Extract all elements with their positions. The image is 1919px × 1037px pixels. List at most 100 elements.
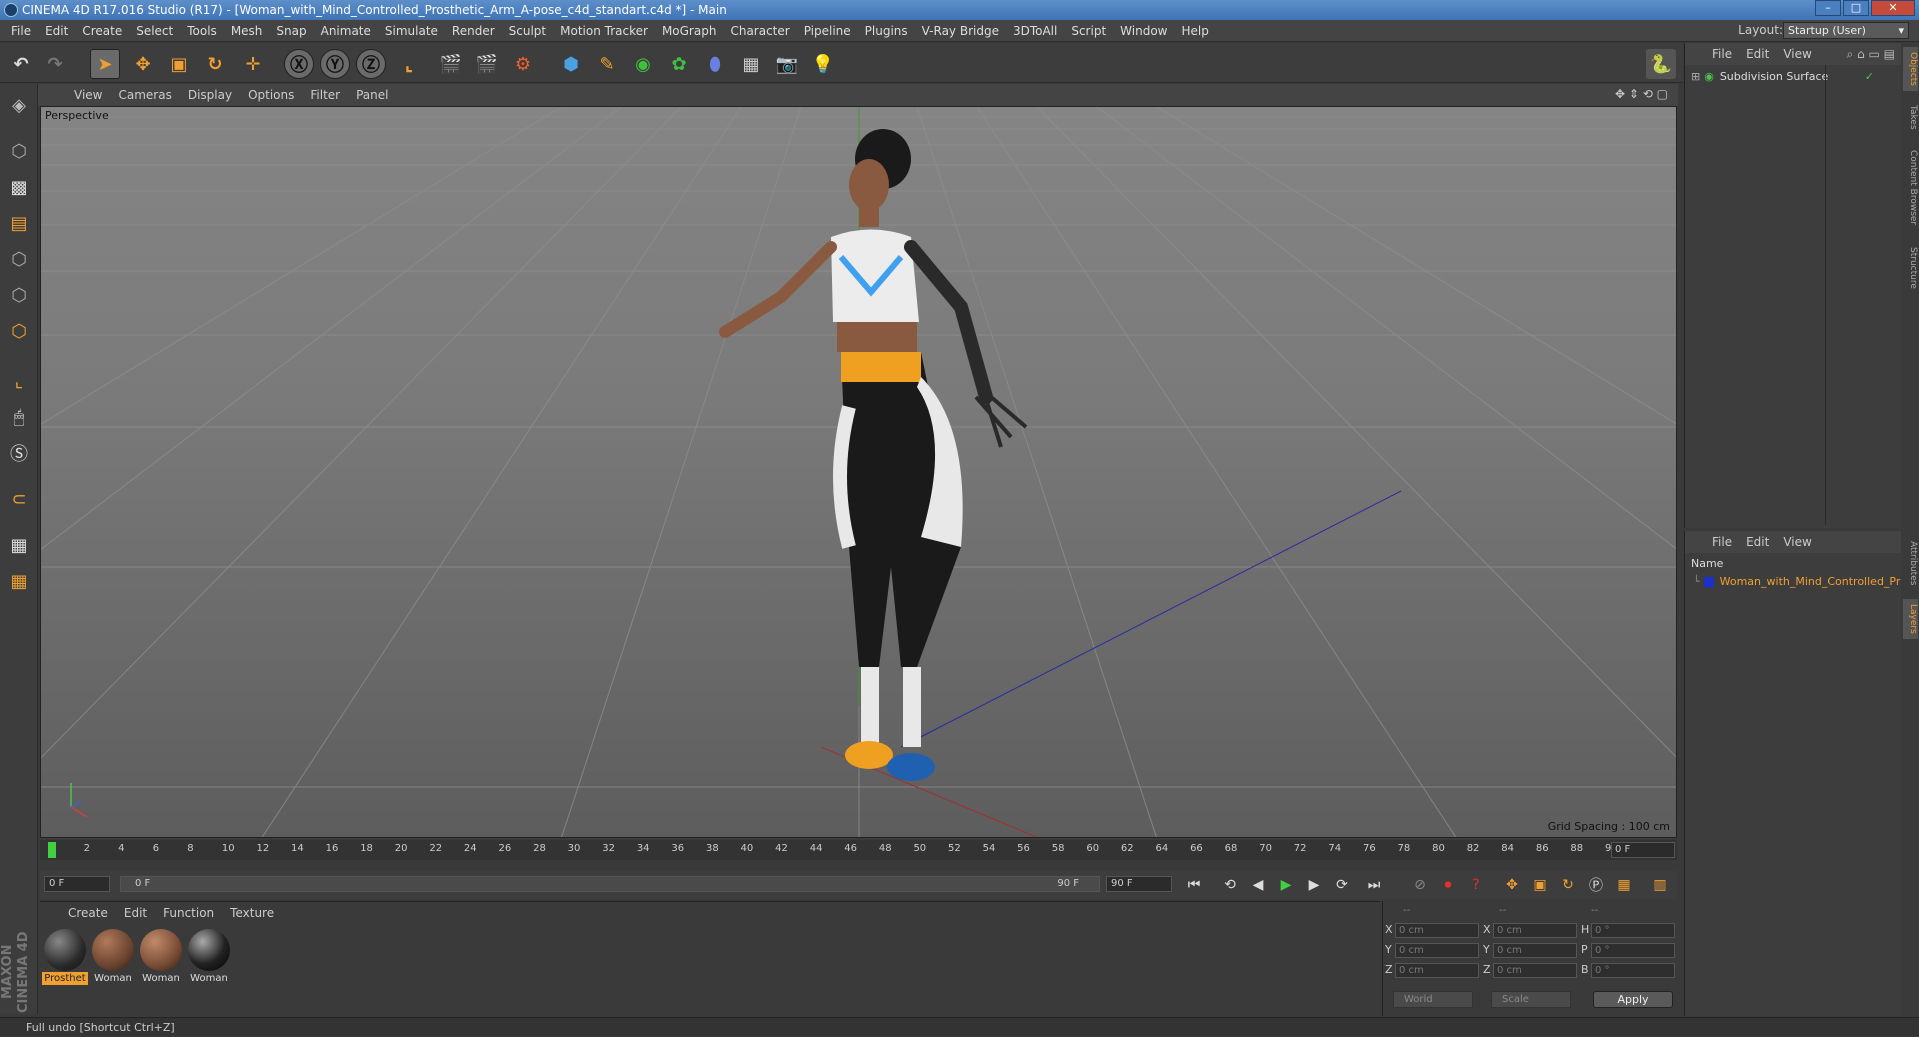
close-button[interactable]: ✕ [1871,0,1915,16]
coord-position-field[interactable]: 0 cm [1395,923,1479,938]
viewport-menu-filter[interactable]: Filter [302,88,348,102]
undo-icon[interactable]: ↶ [6,49,36,79]
menu-animate[interactable]: Animate [314,20,378,42]
render-picture-viewer-icon[interactable]: 🎬 [472,49,502,79]
next-frame-icon[interactable]: ▶ [1302,874,1326,896]
material-swatch[interactable]: Woman [186,928,232,984]
light-icon[interactable]: 💡 [808,49,838,79]
end-frame-field[interactable]: 90 F [1106,876,1172,892]
keyframe-selection-icon[interactable]: ? [1464,874,1488,896]
layout-select[interactable]: Startup (User) ▾ [1783,22,1909,39]
viewport-menu-panel[interactable]: Panel [348,88,396,102]
material-swatch[interactable]: Woman [138,928,184,984]
points-mode-icon[interactable]: ⬡ [4,244,34,274]
play-icon[interactable]: ▶ [1274,874,1298,896]
go-to-end-icon[interactable]: ⏭ [1362,874,1386,896]
cloner-icon[interactable]: ✿ [664,49,694,79]
minimize-button[interactable]: – [1815,0,1841,16]
scale-icon[interactable]: ▣ [164,49,194,79]
snap-icon[interactable]: Ⓢ [4,438,34,468]
rotate-icon[interactable]: ↻ [200,49,230,79]
select-arrow-icon[interactable]: ➤ [90,49,120,79]
tab-attributes[interactable]: Attributes [1903,533,1918,593]
menu-window[interactable]: Window [1113,20,1174,42]
coord-rotation-field[interactable]: 0 ° [1591,923,1675,938]
x-axis-icon[interactable]: Ⓧ [284,49,314,79]
layer-menu-edit[interactable]: Edit [1739,535,1776,549]
prev-frame-icon[interactable]: ◀ [1246,874,1270,896]
material-menu-texture[interactable]: Texture [222,906,282,920]
object-menu-edit[interactable]: Edit [1739,47,1776,61]
menu-render[interactable]: Render [445,20,502,42]
menu-create[interactable]: Create [75,20,129,42]
expand-icon[interactable]: ⊞ [1691,70,1700,83]
axis-mode-icon[interactable]: ⌞ [4,366,34,396]
coord-position-field[interactable]: 0 cm [1395,963,1479,978]
viewport-menu-cameras[interactable]: Cameras [110,88,179,102]
material-menu-edit[interactable]: Edit [116,906,155,920]
timeline-ruler[interactable]: 0246810121416182022242628303234363840424… [40,840,1677,860]
viewport-menu-view[interactable]: View [66,88,110,102]
menu-vray-bridge[interactable]: V-Ray Bridge [915,20,1006,42]
coord-size-field[interactable]: 0 cm [1493,943,1577,958]
workplane-icon[interactable]: ▤ [4,208,34,238]
coord-size-field[interactable]: 0 cm [1493,963,1577,978]
menu-sculpt[interactable]: Sculpt [502,20,553,42]
key-parameter-icon[interactable]: Ⓟ [1584,874,1608,896]
transform-icon[interactable]: ✛ [238,49,268,79]
go-to-start-icon[interactable]: ⏮ [1182,874,1206,896]
magnet-icon[interactable]: ⊂ [4,484,34,514]
layer-menu-file[interactable]: File [1705,535,1739,549]
cube-icon[interactable]: ⬢ [556,49,586,79]
key-rotation-icon[interactable]: ↻ [1556,874,1580,896]
render-view-icon[interactable]: 🎬 [436,49,466,79]
tab-content-browser[interactable]: Content Browser [1903,143,1918,233]
menu-simulate[interactable]: Simulate [378,20,445,42]
layer-row[interactable]: └ Woman_with_Mind_Controlled_Pr [1685,573,1902,590]
menu-mograph[interactable]: MoGraph [655,20,724,42]
range-slider[interactable]: 0 F 90 F [120,876,1100,892]
coord-size-field[interactable]: 0 cm [1493,923,1577,938]
floor-icon[interactable]: ▦ [736,49,766,79]
coord-rotation-field[interactable]: 0 ° [1591,963,1675,978]
make-editable-icon[interactable]: ◈ [4,90,34,120]
tab-objects[interactable]: Objects [1903,47,1918,91]
pen-spline-icon[interactable]: ✎ [592,49,622,79]
playhead[interactable] [48,842,56,858]
menu-snap[interactable]: Snap [269,20,313,42]
next-key-icon[interactable]: ⟳ [1330,874,1354,896]
maximize-button[interactable]: □ [1843,0,1869,16]
coordinate-system-icon[interactable]: ⌞ [394,49,424,79]
menu-script[interactable]: Script [1064,20,1113,42]
polygons-mode-icon[interactable]: ⬡ [4,316,34,346]
menu-select[interactable]: Select [129,20,180,42]
tweak-mode-icon[interactable]: 🖱 [4,402,34,432]
viewport-nav-icons[interactable]: ✥ ⇕ ⟲ ▢ [1615,87,1668,101]
layer-menu-view[interactable]: View [1776,535,1818,549]
menu-edit[interactable]: Edit [38,20,75,42]
texture-mode-icon[interactable]: ▩ [4,172,34,202]
material-menu-function[interactable]: Function [155,906,222,920]
tab-layers[interactable]: Layers [1903,599,1918,639]
render-settings-icon[interactable]: ⚙ [508,49,538,79]
viewport-menu-options[interactable]: Options [240,88,302,102]
move-icon[interactable]: ✥ [128,49,158,79]
material-swatch[interactable]: Woman [90,928,136,984]
coord-position-field[interactable]: 0 cm [1395,943,1479,958]
timeline-window-icon[interactable]: ▥ [1648,874,1672,896]
menu-pipeline[interactable]: Pipeline [797,20,858,42]
z-axis-icon[interactable]: Ⓩ [356,49,386,79]
planar-workplane-icon[interactable]: ▦ [4,566,34,596]
material-swatch[interactable]: Prosthet [42,928,88,985]
menu-tools[interactable]: Tools [180,20,224,42]
perspective-viewport[interactable]: Perspective Grid Spacing : 100 cm [40,106,1677,838]
viewport-menu-display[interactable]: Display [180,88,240,102]
edges-mode-icon[interactable]: ⬡ [4,280,34,310]
prev-key-icon[interactable]: ⟲ [1218,874,1242,896]
size-mode-select[interactable]: Scale [1491,991,1571,1008]
menu-plugins[interactable]: Plugins [858,20,915,42]
material-menu-create[interactable]: Create [60,906,116,920]
coord-rotation-field[interactable]: 0 ° [1591,943,1675,958]
object-menu-file[interactable]: File [1705,47,1739,61]
menu-mesh[interactable]: Mesh [224,20,270,42]
